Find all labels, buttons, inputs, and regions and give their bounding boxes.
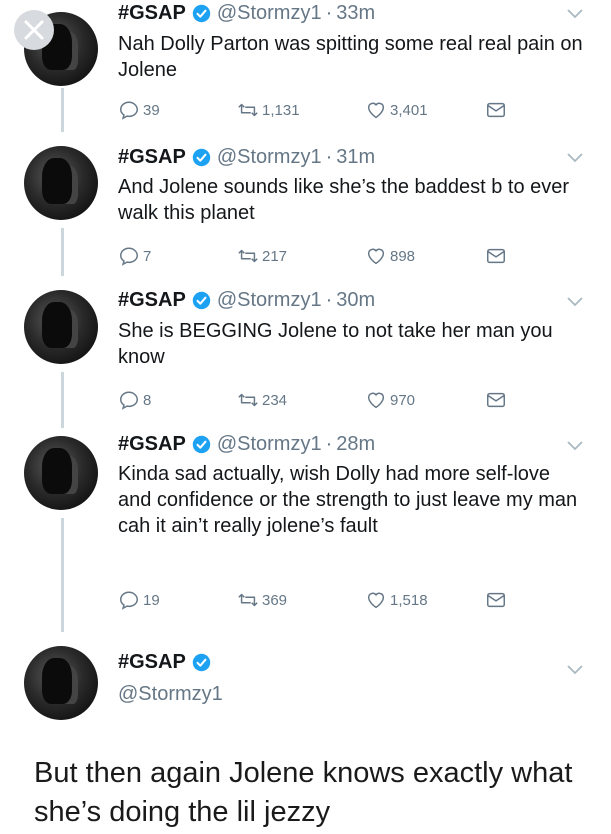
tweet-header: #GSAP @Stormzy1 · 31m <box>118 146 375 169</box>
like-button[interactable]: 3,401 <box>365 99 428 121</box>
timestamp[interactable]: 30m <box>336 289 375 312</box>
tweet-header: #GSAP <box>118 651 217 674</box>
reply-count: 39 <box>143 101 160 119</box>
mail-icon <box>487 592 505 608</box>
tweet-header: #GSAP @Stormzy1 · 28m <box>118 433 375 456</box>
reply-button[interactable]: 8 <box>118 389 151 411</box>
reply-button[interactable]: 39 <box>118 99 160 121</box>
main-tweet-text: But then again Jolene knows exactly what… <box>34 757 573 828</box>
reply-count: 8 <box>143 391 152 409</box>
handle[interactable]: @Stormzy1 <box>217 2 322 25</box>
chevron-down-icon[interactable] <box>566 664 584 676</box>
handle[interactable]: @Stormzy1 <box>217 146 322 169</box>
handle[interactable]: @Stormzy1 <box>118 683 223 706</box>
verified-badge-icon <box>192 653 211 672</box>
tweet-actions: 19 369 1,518 <box>118 589 518 611</box>
display-name[interactable]: #GSAP <box>118 289 186 312</box>
reply-icon <box>120 591 138 610</box>
thread-line <box>61 518 64 632</box>
retweet-button[interactable]: 234 <box>237 389 287 411</box>
dm-button[interactable] <box>485 589 510 611</box>
thread-line <box>61 372 64 428</box>
retweet-count: 1,131 <box>262 101 300 119</box>
like-count: 970 <box>390 391 416 409</box>
timestamp[interactable]: 31m <box>336 146 375 169</box>
retweet-button[interactable]: 369 <box>237 589 287 611</box>
tweet-text: Kinda sad actually, wish Dolly had more … <box>118 463 578 537</box>
retweet-icon <box>238 393 258 407</box>
thread-line <box>61 228 64 276</box>
dm-button[interactable] <box>485 389 510 411</box>
tweet-actions: 39 1,131 3,401 <box>118 99 518 121</box>
verified-badge-icon <box>192 4 211 23</box>
like-button[interactable]: 1,518 <box>365 589 428 611</box>
retweet-icon <box>238 593 258 607</box>
avatar[interactable] <box>24 290 98 364</box>
display-name[interactable]: #GSAP <box>118 2 186 25</box>
avatar[interactable] <box>24 436 98 510</box>
tweet-text: And Jolene sounds like she’s the baddest… <box>118 176 570 224</box>
handle[interactable]: @Stormzy1 <box>217 289 322 312</box>
tweet-actions: 7 217 898 <box>118 245 518 267</box>
verified-badge-icon <box>192 148 211 167</box>
close-button[interactable] <box>14 10 54 50</box>
separator: · <box>325 433 333 455</box>
tweet-text: Nah Dolly Parton was spitting some real … <box>118 33 583 81</box>
like-button[interactable]: 898 <box>365 245 415 267</box>
like-button[interactable]: 970 <box>365 389 415 411</box>
tweet-actions: 8 234 970 <box>118 389 518 411</box>
timestamp[interactable]: 28m <box>336 433 375 456</box>
retweet-icon <box>238 249 258 263</box>
retweet-icon <box>238 103 258 117</box>
separator: · <box>325 146 333 168</box>
chevron-down-icon[interactable] <box>566 440 584 452</box>
verified-badge-icon <box>192 435 211 454</box>
reply-count: 19 <box>143 591 160 609</box>
retweet-button[interactable]: 1,131 <box>237 99 300 121</box>
chevron-down-icon[interactable] <box>566 8 584 20</box>
handle[interactable]: @Stormzy1 <box>217 433 322 456</box>
like-count: 1,518 <box>390 591 428 609</box>
reply-button[interactable]: 19 <box>118 589 160 611</box>
thread-line <box>61 88 64 132</box>
like-count: 3,401 <box>390 101 428 119</box>
chevron-down-icon[interactable] <box>566 296 584 308</box>
heart-icon <box>367 248 385 265</box>
tweet-header: #GSAP @Stormzy1 · 30m <box>118 289 375 312</box>
reply-count: 7 <box>143 247 152 265</box>
dm-button[interactable] <box>485 245 510 267</box>
close-icon <box>24 20 44 40</box>
timestamp[interactable]: 33m <box>336 2 375 25</box>
display-name[interactable]: #GSAP <box>118 433 186 456</box>
reply-icon <box>120 247 138 266</box>
heart-icon <box>367 592 385 609</box>
mail-icon <box>487 102 505 118</box>
reply-button[interactable]: 7 <box>118 245 151 267</box>
like-count: 898 <box>390 247 416 265</box>
avatar[interactable] <box>24 646 98 720</box>
reply-icon <box>120 101 138 120</box>
retweet-count: 217 <box>262 247 288 265</box>
separator: · <box>325 2 333 24</box>
separator: · <box>325 289 333 311</box>
avatar[interactable] <box>24 146 98 220</box>
display-name[interactable]: #GSAP <box>118 651 186 674</box>
mail-icon <box>487 248 505 264</box>
heart-icon <box>367 392 385 409</box>
retweet-count: 234 <box>262 391 288 409</box>
dm-button[interactable] <box>485 99 510 121</box>
mail-icon <box>487 392 505 408</box>
retweet-count: 369 <box>262 591 288 609</box>
display-name[interactable]: #GSAP <box>118 146 186 169</box>
retweet-button[interactable]: 217 <box>237 245 287 267</box>
tweet-text: She is BEGGING Jolene to not take her ma… <box>118 320 553 368</box>
heart-icon <box>367 102 385 119</box>
verified-badge-icon <box>192 291 211 310</box>
tweet-header: #GSAP @Stormzy1 · 33m <box>118 2 375 25</box>
chevron-down-icon[interactable] <box>566 152 584 164</box>
reply-icon <box>120 391 138 410</box>
